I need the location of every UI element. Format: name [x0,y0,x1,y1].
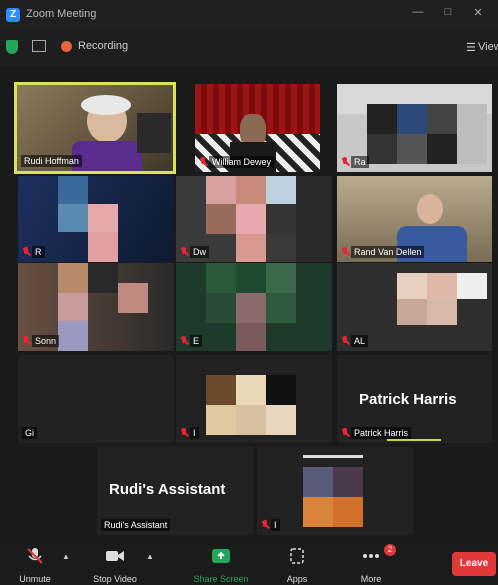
muted-mic-icon [27,548,43,564]
shield-icon[interactable] [6,40,18,54]
close-icon[interactable]: ✕ [470,6,486,20]
video-camera-icon [106,551,124,561]
video-tile-al[interactable]: AL [337,263,492,351]
video-tile-william-dewey[interactable]: William Dewey [195,84,320,172]
apps-label: Apps [286,574,308,584]
participant-name: Sonn [32,335,60,347]
participant-name: Rudi Hoffman [21,155,82,167]
apps-button[interactable]: Apps [262,545,332,585]
participant-name: Gi [22,427,37,439]
more-icon [363,554,379,558]
participant-name: Dw [190,246,209,258]
participant-display-name: Patrick Harris [359,391,457,408]
video-tile-rudi-hoffman[interactable]: Rudi Hoffman [14,82,176,174]
muted-mic-icon [261,520,269,530]
participant-name: Rudi's Assistant [101,519,171,531]
share-screen-label: Share Screen [193,574,249,584]
muted-mic-icon [180,247,188,257]
participant-name: Patrick Harris [351,427,412,439]
muted-mic-icon [22,247,30,257]
unmute-button[interactable]: Unmute [0,545,70,585]
audio-options-chevron-icon[interactable]: ▲ [62,552,70,561]
muted-mic-icon [341,428,349,438]
video-options-chevron-icon[interactable]: ▲ [146,552,154,561]
muted-mic-icon [22,336,30,346]
window-title: Zoom Meeting [26,8,97,20]
zoom-logo-icon: Z [6,8,20,22]
recording-label: Recording [78,40,129,52]
video-tile-sonn[interactable]: Sonn [18,263,174,351]
share-screen-icon [212,549,230,563]
video-tile-rudis-assistant[interactable]: Rudi's Assistant Rudi's Assistant [97,447,253,535]
view-button[interactable]: View [478,41,498,53]
more-label: More [360,574,382,584]
unmute-label: Unmute [19,574,51,584]
apps-icon [290,548,304,564]
video-tile-i[interactable]: I [176,355,332,443]
muted-mic-icon [199,157,207,167]
share-screen-button[interactable]: Share Screen [186,545,256,585]
stop-video-label: Stop Video [93,574,137,584]
video-tile-gi[interactable]: Gi [18,355,174,443]
participant-name: William Dewey [209,156,275,168]
participant-name: I [190,427,199,439]
muted-mic-icon [180,428,188,438]
speaking-indicator [387,439,441,441]
participant-name: Rand Van Dellen [351,246,425,258]
video-tile-rand-van-dellen[interactable]: Rand Van Dellen [337,176,492,262]
meeting-info-icon[interactable] [32,40,46,52]
leave-button[interactable]: Leave [452,552,496,576]
video-tile-r[interactable]: R [18,176,174,262]
notification-badge: 2 [384,544,396,556]
video-tile-i-2[interactable]: I [257,447,413,535]
muted-mic-icon [341,157,349,167]
video-tile-ra[interactable]: Ra [337,84,492,172]
participant-name: I [271,519,280,531]
video-tile-patrick-harris[interactable]: Patrick Harris Patrick Harris [337,355,492,443]
meeting-top-bar [0,30,498,66]
stop-video-button[interactable]: Stop Video [80,545,150,585]
video-tile-e[interactable]: E [176,263,332,351]
participant-name: R [32,246,45,258]
muted-mic-icon [180,336,188,346]
participant-name: E [190,335,203,347]
muted-mic-icon [341,247,349,257]
participant-name: AL [351,335,369,347]
view-icon[interactable]: ☰ [466,41,476,54]
maximize-icon[interactable]: □ [440,6,456,20]
muted-mic-icon [341,336,349,346]
participant-display-name: Rudi's Assistant [109,481,226,498]
recording-icon[interactable] [61,41,72,52]
minimize-icon[interactable]: — [410,6,426,20]
video-tile-dw[interactable]: Dw [176,176,332,262]
participant-name: Ra [351,156,369,168]
